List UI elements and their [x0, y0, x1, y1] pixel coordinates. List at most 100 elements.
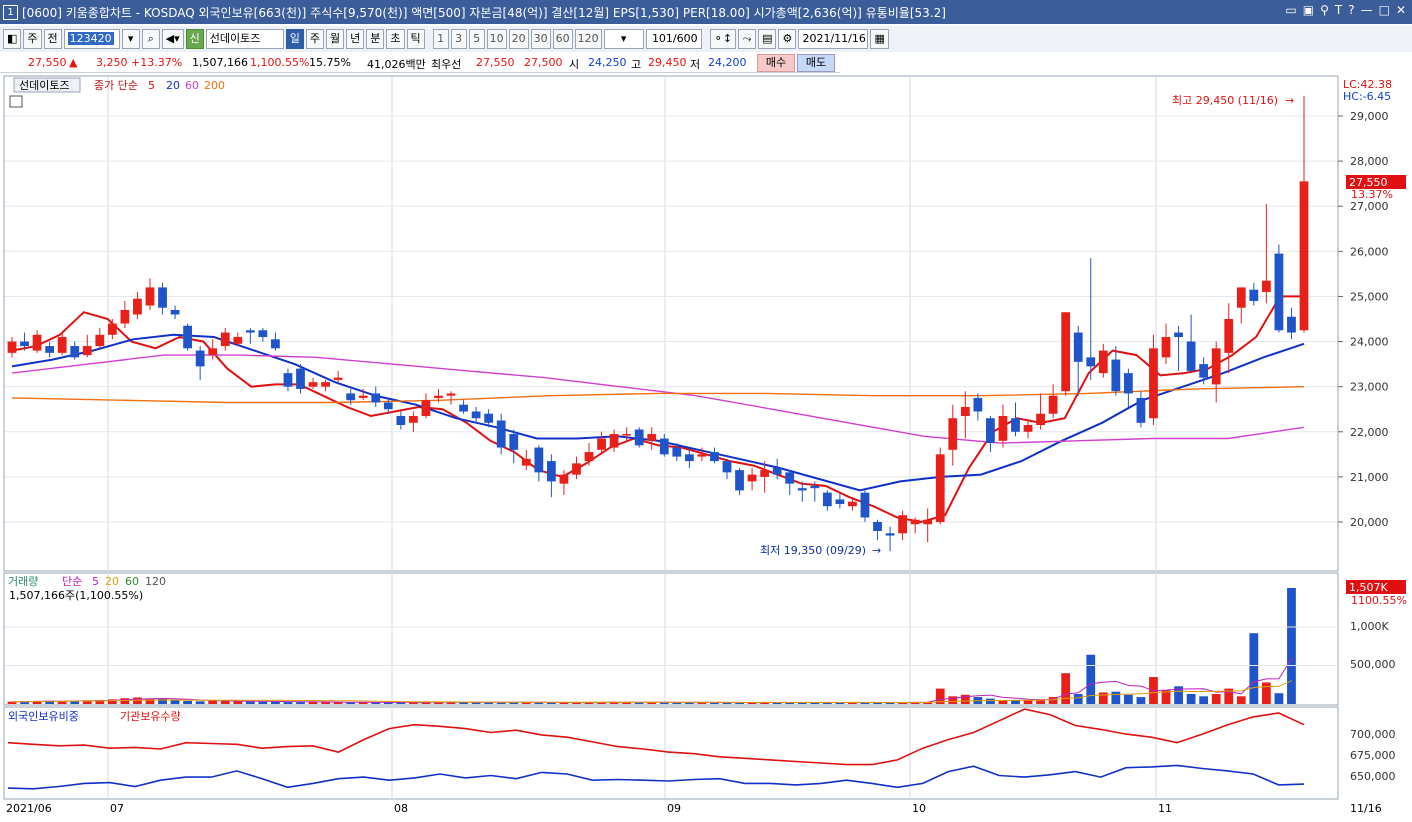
candle-body [810, 485, 820, 489]
interval-button[interactable]: 20 [508, 29, 529, 49]
candle-body [584, 452, 594, 462]
prev-button[interactable]: 전 [43, 29, 62, 49]
period-minute-tab[interactable]: 분 [366, 29, 385, 49]
volume-bar [986, 698, 995, 704]
date-input[interactable]: 2021/11/16 [798, 29, 869, 49]
volume-bar [258, 701, 268, 704]
candle-body [107, 323, 117, 335]
period-type-select[interactable]: 주 [23, 29, 42, 49]
candle-body [1123, 373, 1133, 394]
volume-bar [233, 701, 243, 704]
buy-button[interactable]: 매수 [757, 54, 795, 72]
grid-toggle-icon[interactable] [9, 95, 23, 108]
interval-button[interactable]: 30 [530, 29, 551, 49]
period-week-tab[interactable]: 주 [305, 29, 325, 49]
interval-input[interactable]: ▾ [603, 29, 644, 49]
candle-body [20, 341, 29, 347]
draw-tool-icon[interactable]: ⤳ [738, 29, 757, 49]
period-tick-tab[interactable]: 틱 [406, 29, 425, 49]
data-count-field[interactable]: 101/600 [645, 29, 702, 49]
screen-number-badge[interactable]: 1 [3, 4, 18, 20]
candle-body [747, 474, 757, 482]
candle-body [271, 339, 280, 349]
candle-body [1048, 395, 1058, 414]
stock-tag: 선데이토즈 [19, 79, 70, 92]
interval-button[interactable]: 10 [486, 29, 507, 49]
price-y-tick: 29,000 [1350, 110, 1389, 123]
candle-body [195, 350, 205, 367]
help-icon[interactable]: ? [1348, 3, 1354, 17]
stock-code-input[interactable]: 123420 [63, 29, 120, 49]
price-y-tick: 24,000 [1350, 336, 1389, 349]
candle-body [1299, 181, 1309, 331]
foreign-holding-legend: 외국인보유비중 [8, 710, 79, 723]
new-listing-badge[interactable]: 신 [185, 29, 204, 49]
candle-body [898, 515, 907, 534]
calendar-icon[interactable]: ▦ [870, 29, 889, 49]
candle-body [70, 346, 80, 358]
restore-window-icon[interactable]: ▭ [1285, 3, 1296, 17]
price-change-pct: +13.37% [131, 56, 183, 69]
interval-button[interactable]: 3 [450, 29, 467, 49]
price-pct-tag: 13.37% [1351, 188, 1393, 201]
chevron-down-icon[interactable]: ▾ [121, 29, 140, 49]
volume-bar [1261, 682, 1271, 704]
period-year-tab[interactable]: 년 [346, 29, 365, 49]
candle-body [82, 346, 92, 356]
stock-name-field: 선데이토즈 [205, 29, 284, 49]
close-icon[interactable]: ✕ [1396, 3, 1406, 17]
candle-body [133, 298, 142, 315]
institution-holding-legend: 기관보유수량 [120, 710, 181, 723]
candle-body [1149, 348, 1158, 419]
minimize-icon[interactable]: — [1361, 3, 1373, 17]
candle-body [885, 533, 895, 536]
candle-body [434, 395, 443, 398]
candle-body [1061, 312, 1071, 392]
best-bid: 27,500 [524, 56, 563, 69]
period-second-tab[interactable]: 초 [386, 29, 405, 49]
vma60-legend: 60 [125, 575, 139, 588]
price-y-tick: 22,000 [1350, 426, 1389, 439]
text-icon[interactable]: T [1335, 3, 1342, 17]
candle-body [145, 287, 155, 306]
save-icon[interactable]: ▤ [758, 29, 777, 49]
sell-button[interactable]: 매도 [797, 54, 835, 72]
candle-body [697, 454, 707, 457]
volume-bar [208, 700, 218, 704]
candle-body [559, 474, 569, 484]
holdings-y-tick: 700,000 [1350, 728, 1396, 741]
volume-bar [283, 702, 293, 704]
stock-chart[interactable]: 선데이토즈 종가 단순 5 20 60 200 LC:42.38 HC:-6.4… [0, 74, 1412, 822]
candle-settings-icon[interactable]: ⚬↕ [709, 29, 737, 49]
candle-body [597, 438, 606, 450]
candle-body [45, 346, 55, 353]
best-ask: 27,550 [476, 56, 515, 69]
interval-button[interactable]: 1 [432, 29, 449, 49]
open-label: 시 [569, 58, 580, 71]
candle-body [1236, 287, 1246, 308]
search-icon[interactable]: ⌕ [141, 29, 160, 49]
sound-icon[interactable]: ◀▾ [161, 29, 184, 49]
interval-button[interactable]: 120 [574, 29, 602, 49]
layout-icon[interactable]: ◧ [3, 29, 22, 49]
turnover-rate: 15.75% [309, 56, 351, 69]
volume-info: 1,507,166주(1,100.55%) [9, 589, 143, 602]
candle-body [333, 377, 343, 380]
volume-bar [1249, 633, 1259, 704]
candle-body [710, 452, 719, 462]
interval-button[interactable]: 60 [552, 29, 573, 49]
candle-body [1111, 359, 1121, 392]
maximize-icon[interactable]: □ [1379, 3, 1390, 17]
period-month-tab[interactable]: 월 [326, 29, 345, 49]
layout-window-icon[interactable]: ▣ [1303, 3, 1314, 17]
volume-bar [1199, 696, 1209, 704]
x-axis-label: 11 [1158, 802, 1172, 815]
gear-icon[interactable]: ⚙ [778, 29, 797, 49]
volume-bar [220, 700, 230, 704]
period-day-tab[interactable]: 일 [285, 29, 304, 49]
low-price: 24,200 [708, 56, 747, 69]
volume-bar [271, 701, 280, 704]
x-axis-label: 08 [394, 802, 408, 815]
interval-button[interactable]: 5 [468, 29, 485, 49]
pin-icon[interactable]: ⚲ [1320, 3, 1329, 17]
